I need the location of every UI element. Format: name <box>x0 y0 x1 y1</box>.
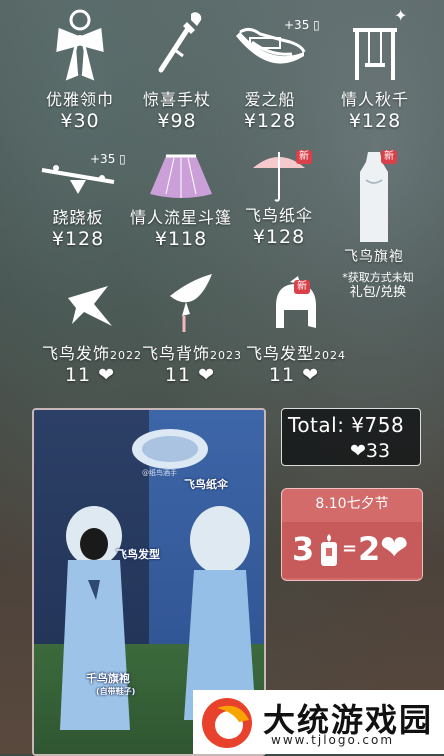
item-name: 情人流星斗篷 <box>129 208 232 227</box>
photo-label-umbrella: 飞鸟纸伞 <box>184 478 228 491</box>
logo-site: www.tjlogo.com <box>271 733 395 747</box>
item-year: 2024 <box>314 349 347 362</box>
heart-icon: ❤ <box>198 364 216 386</box>
item-price-value: 11 <box>164 364 192 386</box>
item-year: 2023 <box>210 349 243 362</box>
new-badge: 新 <box>296 150 312 164</box>
item-cape[interactable]: 情人流星斗篷 ¥118 <box>128 150 234 250</box>
new-badge: 新 <box>381 150 397 164</box>
heart-icon: ❤ <box>350 440 366 462</box>
total-label: Total: ¥758 <box>288 413 405 437</box>
candle-icon: ▯ <box>313 18 320 32</box>
item-name-text: 飞鸟发型 <box>246 344 315 363</box>
heart-icon: ❤ <box>98 364 116 386</box>
item-swing[interactable]: 情人秋千 ¥128 <box>336 8 414 132</box>
item-name: 飞鸟背饰2023 <box>142 340 241 364</box>
item-price: ¥98 <box>157 110 197 132</box>
festival-box: 8.10七夕节 3 = 2 ❤ <box>281 488 423 581</box>
cape-icon <box>150 154 212 198</box>
item-price: ¥30 <box>60 110 100 132</box>
festival-left-value: 3 <box>292 530 315 568</box>
festival-equals: = <box>342 538 358 559</box>
total-box: Total: ¥758 ❤33 <box>281 408 421 466</box>
bird-back-icon <box>170 274 212 332</box>
item-name-text: 飞鸟发饰 <box>42 344 111 363</box>
item-name: 飞鸟发饰2022 <box>42 340 141 364</box>
candle-icon: ▯ <box>119 152 126 166</box>
item-year: 2022 <box>110 349 143 362</box>
heart-icon: ❤ <box>380 528 409 568</box>
item-price: ¥128 <box>243 110 297 132</box>
item-price: ¥128 <box>348 110 402 132</box>
photo-label-robe: 千鸟旗袍 <box>86 672 130 685</box>
item-price: 11 ❤ <box>42 364 138 386</box>
total-hearts: ❤33 <box>350 440 390 462</box>
total-hearts-value: 33 <box>365 440 391 462</box>
festival-right-value: 2 <box>358 530 381 568</box>
item-name: 优雅领巾 <box>45 90 114 109</box>
candle-bonus-value: +35 <box>284 18 310 32</box>
new-badge: 新 <box>294 280 310 294</box>
photo-label-robe-sub: (自带鞋子) <box>96 687 136 696</box>
candle-bonus-value: +35 <box>90 152 116 166</box>
item-name-text: 飞鸟背饰 <box>142 344 211 363</box>
item-name: 飞鸟旗袍 <box>344 249 404 265</box>
site-logo[interactable]: 大统游戏园 www.tjlogo.com <box>193 690 444 754</box>
umbrella-preview-icon <box>132 429 208 469</box>
candle-bonus: +35 ▯ <box>284 18 320 32</box>
item-price: ¥128 <box>252 226 306 248</box>
wand-icon <box>158 12 202 73</box>
logo-mark-icon <box>202 698 252 748</box>
item-name: 飞鸟纸伞 <box>244 206 313 225</box>
item-name: 惊喜手杖 <box>142 90 211 109</box>
item-name: 飞鸟发型2024 <box>246 340 345 364</box>
watermark: @纸鸟酒手 <box>142 469 177 477</box>
item-price: 11 ❤ <box>246 364 342 386</box>
item-bird-back[interactable]: 飞鸟背饰2023 11 ❤ <box>142 270 241 386</box>
robe-note-line: *获取方式未知 <box>342 271 414 284</box>
item-bow[interactable]: 优雅领巾 ¥30 <box>38 8 122 132</box>
festival-exchange: 3 = 2 ❤ <box>282 522 422 578</box>
robe-note: *获取方式未知 礼包/兑换 <box>338 270 418 300</box>
item-price: ¥128 <box>51 228 105 250</box>
candle-icon <box>321 534 337 566</box>
item-bird-hair-accessory[interactable]: 飞鸟发饰2022 11 ❤ <box>42 278 141 386</box>
photo-label-hair: 飞鸟发型 <box>116 548 160 561</box>
robe-note-exchange: 礼包/兑换 <box>349 285 407 300</box>
heart-icon: ❤ <box>302 364 320 386</box>
item-price-value: 11 <box>64 364 92 386</box>
item-price-value: 11 <box>268 364 296 386</box>
bow-icon <box>56 9 104 81</box>
festival-title: 8.10七夕节 <box>315 496 389 512</box>
item-name: 情人秋千 <box>340 90 409 109</box>
item-wand[interactable]: 惊喜手杖 ¥98 <box>137 8 217 132</box>
item-robe[interactable]: 飞鸟旗袍 <box>334 150 414 266</box>
item-price: 11 ❤ <box>142 364 238 386</box>
item-price: ¥118 <box>154 228 208 250</box>
candle-bonus: +35 ▯ <box>90 152 126 166</box>
sparkle-hand-icon: ✦ <box>394 6 408 25</box>
robe-icon <box>360 152 388 242</box>
item-name: 跷跷板 <box>52 208 104 227</box>
item-name: 爱之船 <box>244 90 296 109</box>
bird-hair-accessory-icon <box>68 286 112 326</box>
character-front <box>60 506 130 730</box>
